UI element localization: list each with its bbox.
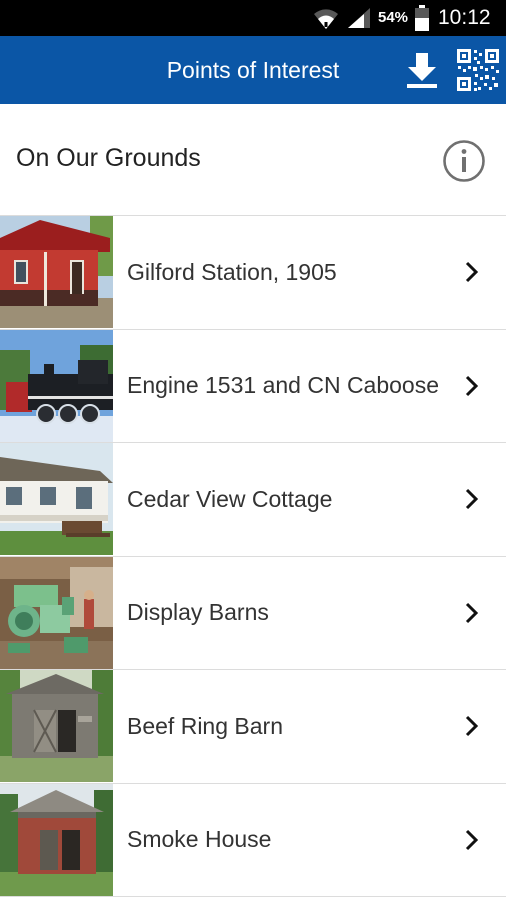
chevron-right-icon bbox=[465, 488, 479, 510]
item-label: Display Barns bbox=[127, 599, 269, 625]
info-icon[interactable] bbox=[442, 139, 486, 183]
chevron-right-icon bbox=[465, 715, 479, 737]
item-label: Engine 1531 and CN Caboose bbox=[127, 372, 440, 398]
item-label: Gilford Station, 1905 bbox=[127, 258, 337, 285]
section-header: On Our Grounds bbox=[0, 104, 506, 216]
battery-percent: 54% bbox=[378, 9, 409, 26]
thumbnail-image bbox=[0, 443, 113, 555]
thumbnail-image bbox=[0, 329, 113, 442]
signal-icon bbox=[348, 8, 370, 28]
chevron-right-icon bbox=[465, 375, 479, 396]
thumbnail-image bbox=[0, 783, 113, 896]
app-bar: Points of Interest bbox=[0, 36, 506, 104]
list-item[interactable]: Cedar View Cottage bbox=[0, 443, 506, 557]
download-icon bbox=[407, 53, 437, 88]
qr-scan-button[interactable] bbox=[454, 46, 502, 94]
qr-code-icon bbox=[457, 49, 499, 91]
list-item[interactable]: Smoke House bbox=[0, 783, 506, 897]
list-item[interactable]: Gilford Station, 1905 bbox=[0, 216, 506, 330]
item-label: Cedar View Cottage bbox=[127, 485, 333, 512]
section-title: On Our Grounds bbox=[16, 144, 201, 172]
clock: 10:12 bbox=[438, 6, 491, 29]
download-button[interactable] bbox=[400, 48, 444, 92]
list-item[interactable]: Engine 1531 and CN Caboose bbox=[0, 329, 506, 443]
list-item[interactable]: Beef Ring Barn bbox=[0, 670, 506, 784]
chevron-right-icon bbox=[465, 602, 479, 623]
thumbnail-image bbox=[0, 216, 113, 328]
battery-icon bbox=[415, 5, 429, 31]
thumbnail-image bbox=[0, 670, 113, 782]
wifi-icon bbox=[314, 9, 338, 29]
chevron-right-icon bbox=[465, 829, 479, 850]
list-item[interactable]: Display Barns bbox=[0, 556, 506, 670]
status-bar: 54% 10:12 bbox=[0, 0, 506, 36]
item-label: Beef Ring Barn bbox=[127, 712, 283, 739]
thumbnail-image bbox=[0, 556, 113, 669]
poi-list: Gilford Station, 1905 Engine 1531 and CN… bbox=[0, 216, 506, 897]
chevron-right-icon bbox=[465, 261, 479, 283]
item-label: Smoke House bbox=[127, 826, 272, 852]
